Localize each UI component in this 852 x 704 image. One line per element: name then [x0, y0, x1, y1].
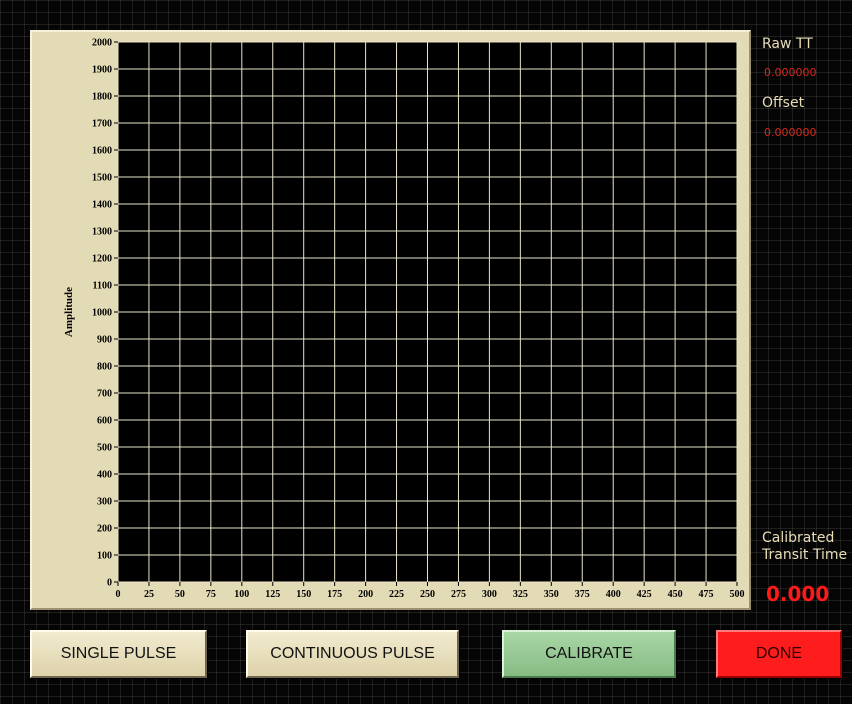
- calibrate-button[interactable]: CALIBRATE: [502, 630, 676, 678]
- waveform-graph: 0 25 50 75 100 125 150 175 200 225 250 275 300 325 350…: [30, 30, 751, 610]
- grid-lines: [117, 41, 738, 583]
- waveform-chart-svg: 0 25 50 75 100 125 150 175 200 225 250 275 300 325 350…: [63, 38, 745, 601]
- x-tick-label: 225: [389, 589, 404, 600]
- x-tick-label: 100: [234, 589, 249, 600]
- calibrated-label-line1: Calibrated: [762, 530, 835, 546]
- raw-tt-value: 0.000000: [764, 66, 817, 79]
- done-button[interactable]: DONE: [716, 630, 842, 678]
- y-tick-label: 1300: [92, 227, 112, 238]
- x-tick-label: 125: [265, 589, 280, 600]
- y-tick-label: 1900: [92, 65, 112, 76]
- offset-label: Offset: [762, 95, 805, 111]
- single-pulse-button[interactable]: SINGLE PULSE: [30, 630, 207, 678]
- y-tick-label: 400: [97, 470, 112, 481]
- x-tick-label: 450: [668, 589, 683, 600]
- x-tick-label: 325: [513, 589, 528, 600]
- x-tick-label: 150: [296, 589, 311, 600]
- x-tick-label: 175: [327, 589, 342, 600]
- y-tick-label: 1200: [92, 254, 112, 265]
- y-tick-label: 1700: [92, 119, 112, 130]
- x-tick-label: 0: [116, 589, 121, 600]
- y-tick-label: 800: [97, 362, 112, 373]
- x-tick-label: 375: [575, 589, 590, 600]
- x-tick-label: 25: [144, 589, 154, 600]
- x-tick-label: 350: [544, 589, 559, 600]
- x-tick-label: 275: [451, 589, 466, 600]
- raw-tt-label: Raw TT: [762, 36, 813, 52]
- x-tick-label: 425: [637, 589, 652, 600]
- y-tick-label: 1800: [92, 92, 112, 103]
- y-tick-label: 1400: [92, 200, 112, 211]
- offset-value: 0.000000: [764, 126, 817, 139]
- calibrated-label-line2: Transit Time: [762, 547, 848, 563]
- y-tick-label: 0: [107, 578, 112, 589]
- y-tick-label: 100: [97, 551, 112, 562]
- x-tick-label: 75: [206, 589, 216, 600]
- y-tick-label: 2000: [92, 38, 112, 49]
- y-tick-label: 200: [97, 524, 112, 535]
- y-tick-label: 1100: [93, 281, 112, 292]
- y-axis-ticks: 0 100 200 300 400 500 600 700 800 900 1000 1100 1200…: [92, 38, 118, 589]
- x-axis-ticks: 0 25 50 75 100 125 150 175 200 225 250 275 300 325 350…: [116, 582, 745, 600]
- y-tick-label: 1000: [92, 308, 112, 319]
- y-axis-title: Amplitude: [63, 287, 75, 337]
- x-tick-label: 50: [175, 589, 185, 600]
- y-tick-label: 700: [97, 389, 112, 400]
- y-tick-label: 600: [97, 416, 112, 427]
- x-tick-label: 300: [482, 589, 497, 600]
- y-tick-label: 1500: [92, 173, 112, 184]
- x-tick-label: 250: [420, 589, 435, 600]
- x-tick-label: 400: [606, 589, 621, 600]
- y-tick-label: 900: [97, 335, 112, 346]
- x-tick-label: 500: [730, 589, 745, 600]
- calibrated-transit-time-value: 0.000: [766, 582, 830, 606]
- x-tick-label: 200: [358, 589, 373, 600]
- continuous-pulse-button[interactable]: CONTINUOUS PULSE: [246, 630, 459, 678]
- x-tick-label: 475: [699, 589, 714, 600]
- y-tick-label: 1600: [92, 146, 112, 157]
- y-tick-label: 500: [97, 443, 112, 454]
- calibrated-transit-time-label: Calibrated Transit Time: [762, 530, 847, 564]
- y-tick-label: 300: [97, 497, 112, 508]
